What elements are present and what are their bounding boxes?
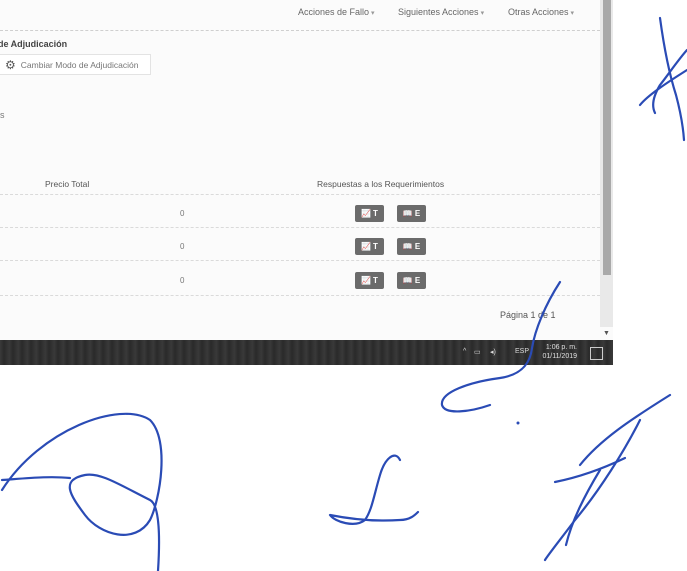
other-actions-label: Otras Acciones	[508, 7, 569, 17]
header-divider	[0, 194, 600, 195]
header-total-price: Precio Total	[45, 179, 90, 189]
chart-icon: 📈	[361, 276, 372, 285]
toolbar: Acciones de Fallo ▾ Siguientes Acciones ▾ …	[0, 0, 600, 31]
pagination-label: Página 1 de 1	[500, 310, 556, 320]
other-actions-button[interactable]: Otras Acciones ▾	[508, 7, 574, 17]
economic-response-button[interactable]: 📖 E	[397, 205, 426, 222]
network-icon[interactable]: ▭	[474, 348, 481, 356]
clock-time: 1:06 p. m.	[545, 344, 577, 351]
language-indicator[interactable]: ESP	[515, 348, 529, 355]
caret-down-icon: ▾	[371, 10, 375, 17]
book-icon: 📖	[402, 242, 413, 251]
tray-chevron-icon[interactable]: ^	[463, 348, 466, 355]
btn-t-label: T	[373, 242, 378, 251]
technical-response-button[interactable]: 📈 T	[355, 272, 384, 289]
economic-response-button[interactable]: 📖 E	[397, 238, 426, 255]
signature-stroke	[328, 454, 420, 525]
caret-down-icon: ▾	[570, 10, 575, 17]
signature-stroke	[543, 418, 642, 562]
btn-e-label: E	[414, 276, 421, 285]
row-divider	[0, 227, 600, 228]
failure-actions-label: Acciones de Fallo	[298, 7, 370, 17]
signature-stroke	[658, 16, 686, 142]
volume-icon[interactable]: ◂)	[490, 348, 496, 356]
signature-stroke	[553, 456, 627, 484]
scrollbar-thumb[interactable]	[603, 0, 611, 275]
signature-stroke	[638, 68, 687, 107]
gear-icon: ⚙	[5, 57, 16, 72]
taskbar-clock[interactable]: 1:06 p. m. 01/11/2019	[537, 343, 577, 361]
row-divider	[0, 295, 600, 296]
book-icon: 📖	[402, 209, 413, 218]
chart-icon: 📈	[361, 242, 372, 251]
change-mode-button[interactable]: ⚙ Cambiar Modo de Adjudicación	[0, 54, 151, 75]
stray-text: s	[0, 110, 5, 120]
screenshot-area: Acciones de Fallo ▾ Siguientes Acciones ▾ …	[0, 0, 613, 365]
chart-icon: 📈	[361, 209, 372, 218]
signature-stroke	[0, 412, 163, 571]
row-total: 0	[180, 209, 185, 218]
signature-stroke	[578, 393, 672, 467]
header-requirements: Respuestas a los Requerimientos	[317, 179, 445, 189]
technical-response-button[interactable]: 📈 T	[355, 205, 384, 222]
signature-stroke	[564, 468, 602, 547]
book-icon: 📖	[402, 276, 413, 285]
row-total: 0	[180, 242, 185, 251]
technical-response-button[interactable]: 📈 T	[355, 238, 384, 255]
row-total: 0	[180, 276, 185, 285]
next-actions-button[interactable]: Siguientes Acciones ▾	[398, 7, 484, 17]
btn-t-label: T	[373, 276, 378, 285]
btn-e-label: E	[414, 209, 421, 218]
signature-stroke	[0, 476, 72, 482]
next-actions-label: Siguientes Acciones	[398, 7, 479, 17]
failure-actions-button[interactable]: Acciones de Fallo ▾	[298, 7, 375, 17]
clock-date: 01/11/2019	[542, 353, 577, 360]
change-mode-label: Cambiar Modo de Adjudicación	[20, 59, 139, 70]
economic-response-button[interactable]: 📖 E	[397, 272, 426, 289]
section-title: de Adjudicación	[0, 39, 68, 49]
btn-e-label: E	[414, 242, 421, 251]
notification-icon[interactable]	[590, 347, 603, 360]
ink-dot	[516, 421, 520, 425]
signature-stroke	[652, 48, 687, 115]
scroll-down-arrow-icon[interactable]: ▼	[603, 330, 610, 337]
row-divider	[0, 260, 600, 261]
btn-t-label: T	[373, 209, 378, 218]
caret-down-icon: ▾	[480, 10, 485, 17]
